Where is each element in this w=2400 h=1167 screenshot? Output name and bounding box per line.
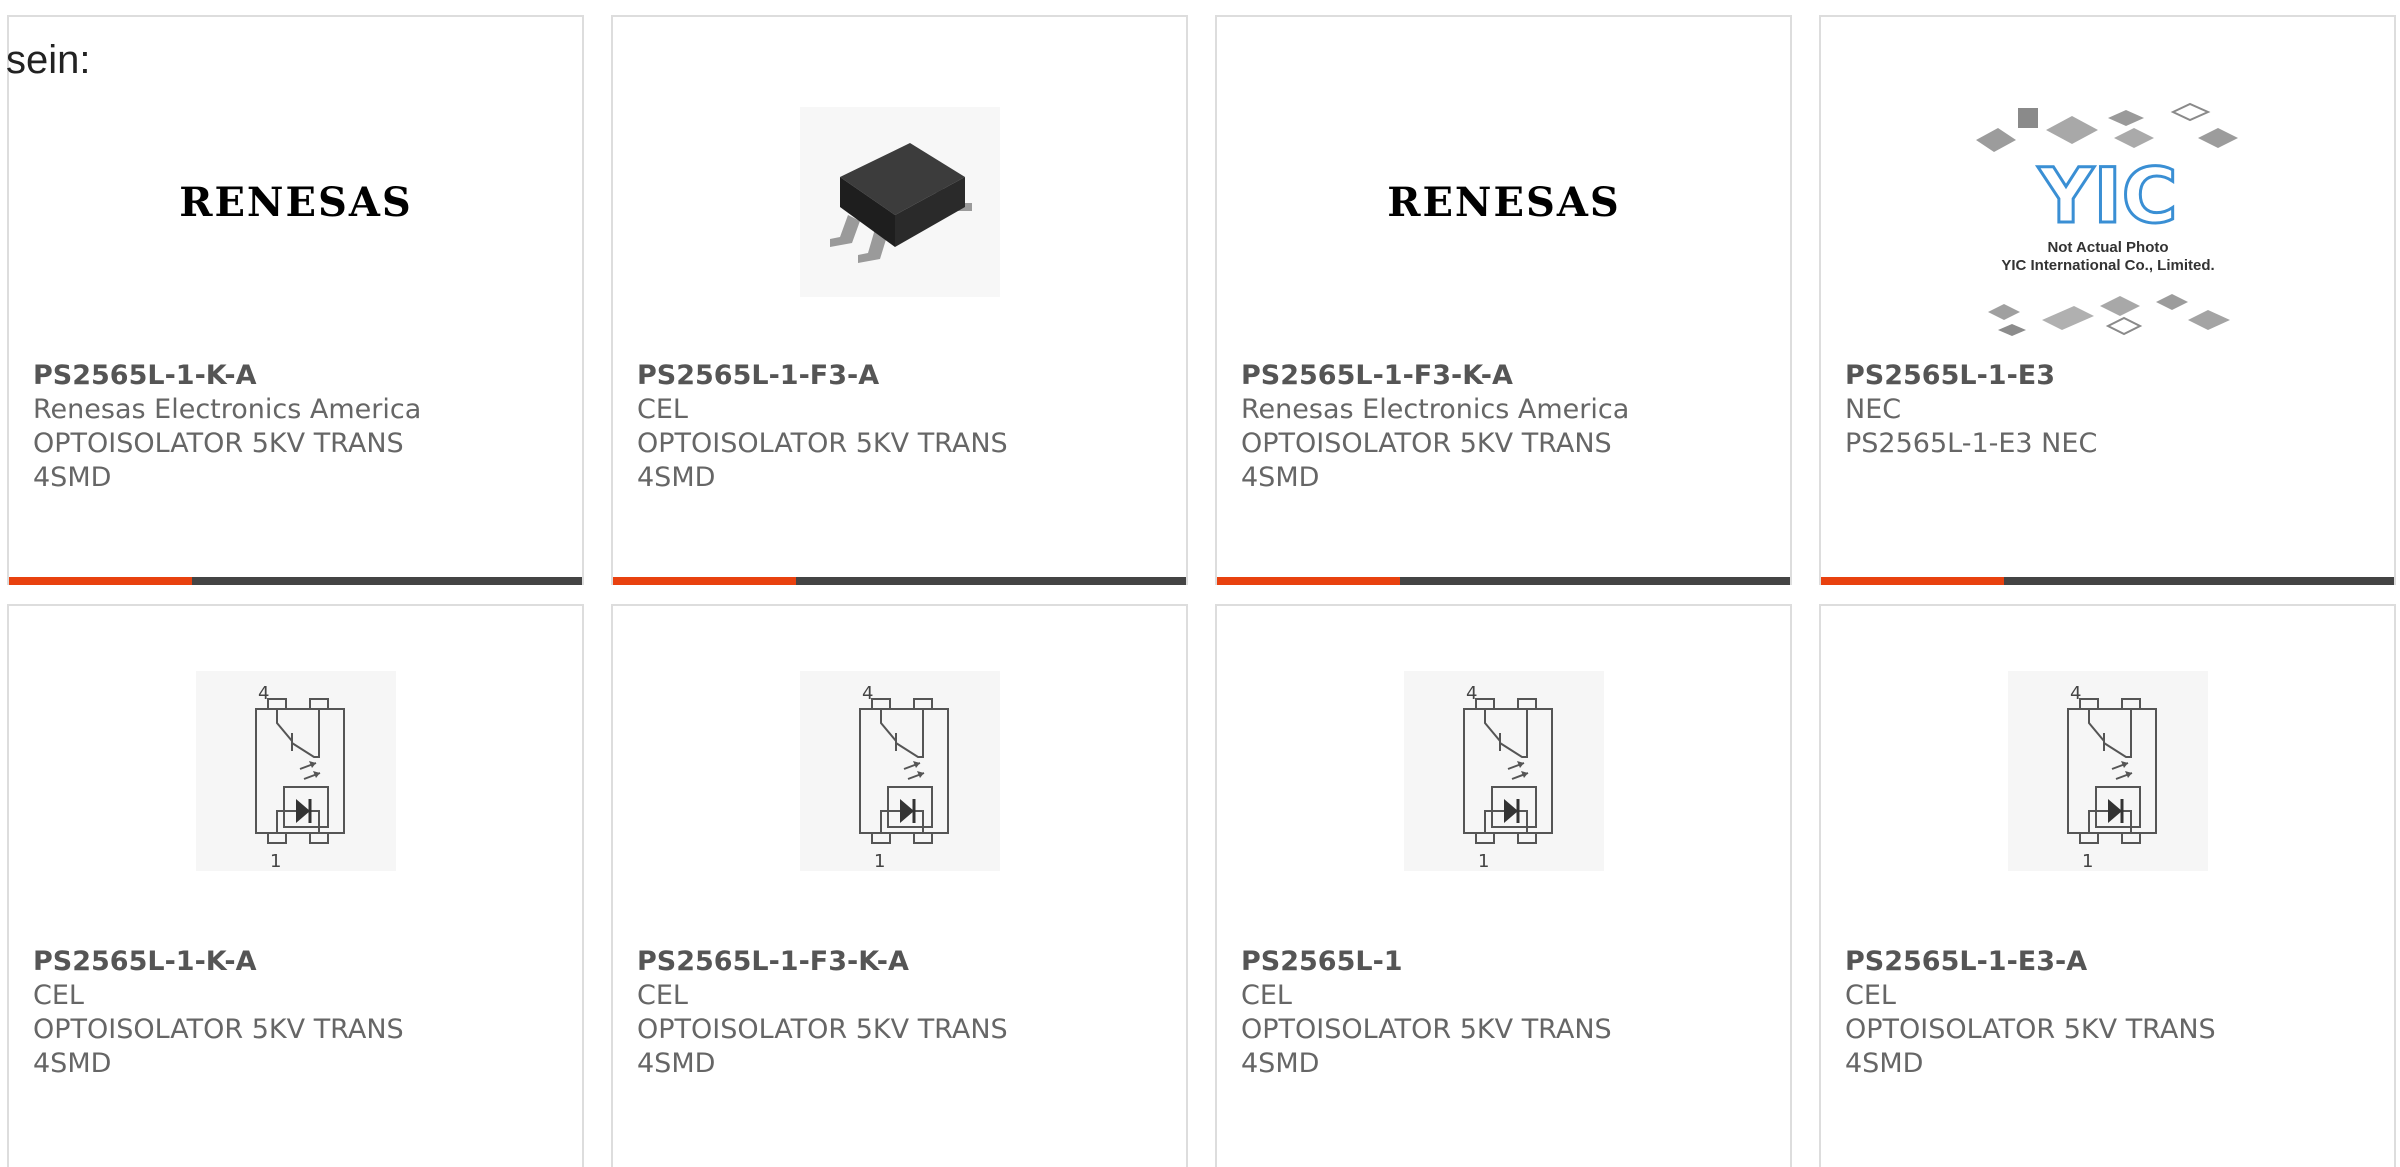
card-accent-bar xyxy=(613,577,1186,585)
product-card[interactable]: YIC Not Actual Photo YIC International C… xyxy=(1819,15,2396,585)
description: OPTOISOLATOR 5KV TRANS xyxy=(637,1014,1008,1045)
manufacturer: Renesas Electronics America xyxy=(1241,394,1630,425)
card-accent-bar xyxy=(1217,577,1790,585)
description: OPTOISOLATOR 5KV TRANS xyxy=(33,428,404,459)
svg-text:YIC International Co., Limited: YIC International Co., Limited. xyxy=(2001,257,2214,274)
description: PS2565L-1-E3 NEC xyxy=(1845,428,2098,459)
description: OPTOISOLATOR 5KV TRANS xyxy=(1241,1014,1612,1045)
package: 4SMD xyxy=(33,1048,112,1079)
optocoupler-schematic-icon: 4 1 xyxy=(195,671,396,871)
optocoupler-schematic-icon: 4 1 xyxy=(799,671,1000,871)
renesas-logo-icon: RENESAS xyxy=(179,179,413,226)
product-card[interactable]: 4 1 PS2565L-1 CEL OPTOISOLATOR 5KV TRANS… xyxy=(1215,604,1792,1167)
part-number-link[interactable]: PS2565L-1-F3-K-A xyxy=(1241,359,1780,393)
product-info: PS2565L-1 CEL OPTOISOLATOR 5KV TRANS 4SM… xyxy=(1241,945,1780,1081)
product-info: PS2565L-1-F3-K-A CEL OPTOISOLATOR 5KV TR… xyxy=(637,945,1176,1081)
product-grid-page: sein: RENESAS PS2565L-1-K-A Renesas Elec… xyxy=(0,0,2400,1167)
optocoupler-schematic-icon: 4 1 xyxy=(2007,671,2208,871)
manufacturer: CEL xyxy=(33,980,84,1011)
card-accent-bar xyxy=(9,577,582,585)
manufacturer: CEL xyxy=(637,394,688,425)
product-info: PS2565L-1-F3-K-A Renesas Electronics Ame… xyxy=(1241,359,1780,495)
svg-text:1: 1 xyxy=(270,851,281,871)
product-info: PS2565L-1-K-A Renesas Electronics Americ… xyxy=(33,359,572,495)
svg-text:YIC: YIC xyxy=(2037,151,2177,240)
product-info: PS2565L-1-E3 NEC PS2565L-1-E3 NEC xyxy=(1845,359,2384,461)
part-number-link[interactable]: PS2565L-1-F3-K-A xyxy=(637,945,1176,979)
yic-placeholder-image[interactable]: YIC Not Actual Photo YIC International C… xyxy=(1821,102,2394,352)
svg-text:1: 1 xyxy=(874,851,885,871)
product-card[interactable]: 4 1 PS2565L-1-F3-K-A CEL OPTOISOLATOR 5K… xyxy=(611,604,1188,1167)
product-card[interactable]: 4 1 PS2565L-1-K-A CEL OPTOISOLATOR 5KV T… xyxy=(7,604,584,1167)
description: OPTOISOLATOR 5KV TRANS xyxy=(637,428,1008,459)
part-number-link[interactable]: PS2565L-1-K-A xyxy=(33,359,572,393)
manufacturer: CEL xyxy=(637,980,688,1011)
description: OPTOISOLATOR 5KV TRANS xyxy=(1241,428,1612,459)
manufacturer: NEC xyxy=(1845,394,1902,425)
svg-text:4: 4 xyxy=(862,683,873,704)
product-info: PS2565L-1-E3-A CEL OPTOISOLATOR 5KV TRAN… xyxy=(1845,945,2384,1081)
svg-text:4: 4 xyxy=(2070,683,2081,704)
part-number-link[interactable]: PS2565L-1 xyxy=(1241,945,1780,979)
manufacturer: CEL xyxy=(1241,980,1292,1011)
package: 4SMD xyxy=(637,1048,716,1079)
package: 4SMD xyxy=(1241,462,1320,493)
package: 4SMD xyxy=(637,462,716,493)
part-number-link[interactable]: PS2565L-1-E3 xyxy=(1845,359,2384,393)
chip-photo[interactable] xyxy=(613,97,1186,307)
product-info: PS2565L-1-K-A CEL OPTOISOLATOR 5KV TRANS… xyxy=(33,945,572,1081)
svg-text:4: 4 xyxy=(1466,683,1477,704)
svg-text:1: 1 xyxy=(1478,851,1489,871)
yic-placeholder-icon: YIC Not Actual Photo YIC International C… xyxy=(1975,102,2238,336)
package: 4SMD xyxy=(33,462,112,493)
optocoupler-schematic[interactable]: 4 1 xyxy=(1821,666,2394,876)
product-info: PS2565L-1-F3-A CEL OPTOISOLATOR 5KV TRAN… xyxy=(637,359,1176,495)
product-card[interactable]: RENESAS PS2565L-1-K-A Renesas Electronic… xyxy=(7,15,584,585)
optocoupler-schematic[interactable]: 4 1 xyxy=(613,666,1186,876)
svg-text:RENESAS: RENESAS xyxy=(179,179,413,226)
card-accent-bar xyxy=(1821,577,2394,585)
package: 4SMD xyxy=(1845,1048,1924,1079)
svg-text:1: 1 xyxy=(2082,851,2093,871)
part-number-link[interactable]: PS2565L-1-K-A xyxy=(33,945,572,979)
product-card[interactable]: 4 1 PS2565L-1-E3-A CEL OPTOISOLATOR 5KV … xyxy=(1819,604,2396,1167)
description: OPTOISOLATOR 5KV TRANS xyxy=(1845,1014,2216,1045)
manufacturer: Renesas Electronics America xyxy=(33,394,422,425)
svg-text:Not Actual Photo: Not Actual Photo xyxy=(2047,239,2168,256)
description: OPTOISOLATOR 5KV TRANS xyxy=(33,1014,404,1045)
part-number-link[interactable]: PS2565L-1-E3-A xyxy=(1845,945,2384,979)
optocoupler-schematic-icon: 4 1 xyxy=(1403,671,1604,871)
renesas-logo-icon: RENESAS xyxy=(1387,179,1621,226)
optocoupler-schematic[interactable]: 4 1 xyxy=(1217,666,1790,876)
intro-text: sein: xyxy=(6,38,91,82)
product-card[interactable]: RENESAS PS2565L-1-F3-K-A Renesas Electro… xyxy=(1215,15,1792,585)
renesas-logo[interactable]: RENESAS xyxy=(1217,97,1790,307)
optocoupler-schematic[interactable]: 4 1 xyxy=(9,666,582,876)
manufacturer: CEL xyxy=(1845,980,1896,1011)
renesas-logo[interactable]: RENESAS xyxy=(9,97,582,307)
chip-photo-icon xyxy=(799,107,1000,297)
package: 4SMD xyxy=(1241,1048,1320,1079)
svg-text:RENESAS: RENESAS xyxy=(1387,179,1621,226)
product-card[interactable]: PS2565L-1-F3-A CEL OPTOISOLATOR 5KV TRAN… xyxy=(611,15,1188,585)
part-number-link[interactable]: PS2565L-1-F3-A xyxy=(637,359,1176,393)
svg-text:4: 4 xyxy=(258,683,269,704)
